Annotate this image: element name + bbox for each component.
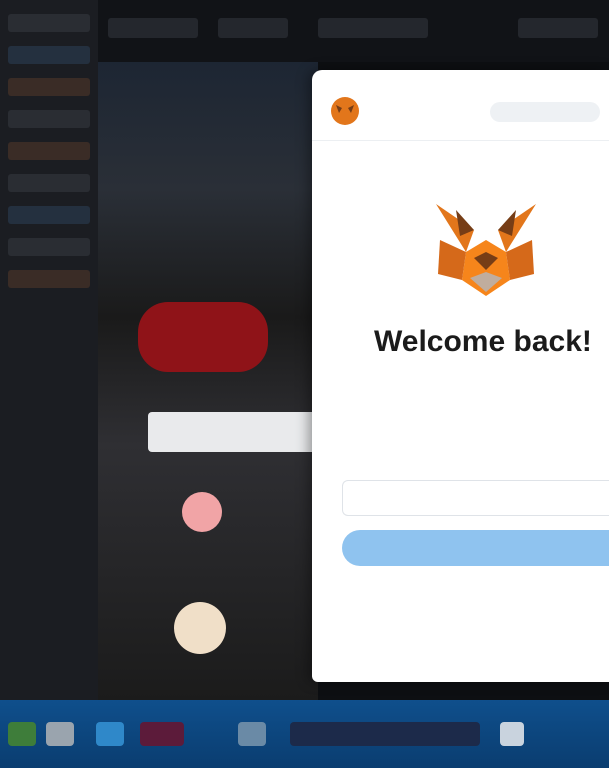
browser-tab[interactable] — [218, 18, 288, 38]
start-icon[interactable] — [8, 722, 36, 746]
sidebar-item[interactable] — [8, 206, 90, 224]
chrome-icon[interactable] — [238, 722, 266, 746]
sidebar-item[interactable] — [8, 14, 90, 32]
welcome-title: Welcome back! — [374, 325, 592, 358]
app-icon[interactable] — [140, 722, 184, 746]
browser-tab[interactable] — [318, 18, 428, 38]
unlock-button[interactable] — [342, 530, 609, 566]
metamask-popup: Welcome back! — [312, 70, 609, 682]
metamask-fox-icon[interactable] — [330, 96, 360, 126]
tray-icon[interactable] — [500, 722, 524, 746]
browser-icon[interactable] — [96, 722, 124, 746]
video-pink-dot[interactable] — [182, 492, 222, 532]
video-red-shape — [138, 302, 268, 372]
password-input[interactable] — [342, 480, 609, 516]
taskbar — [0, 700, 609, 768]
browser-tab[interactable] — [518, 18, 598, 38]
sidebar-item[interactable] — [8, 270, 90, 288]
sidebar-item[interactable] — [8, 110, 90, 128]
browser-top-bar — [98, 0, 609, 62]
metamask-fox-logo — [436, 204, 536, 296]
file-explorer-icon[interactable] — [46, 722, 74, 746]
sidebar-item[interactable] — [8, 78, 90, 96]
sidebar-item[interactable] — [8, 174, 90, 192]
network-selector[interactable] — [490, 102, 600, 122]
popup-header — [312, 70, 609, 141]
sidebar-item[interactable] — [8, 142, 90, 160]
video-cream-dot[interactable] — [174, 602, 226, 654]
active-window-button[interactable] — [290, 722, 480, 746]
sidebar-item[interactable] — [8, 238, 90, 256]
sidebar-item[interactable] — [8, 46, 90, 64]
left-sidebar — [0, 0, 98, 700]
browser-tab[interactable] — [108, 18, 198, 38]
background-video — [98, 62, 318, 700]
video-white-bar — [148, 412, 318, 452]
